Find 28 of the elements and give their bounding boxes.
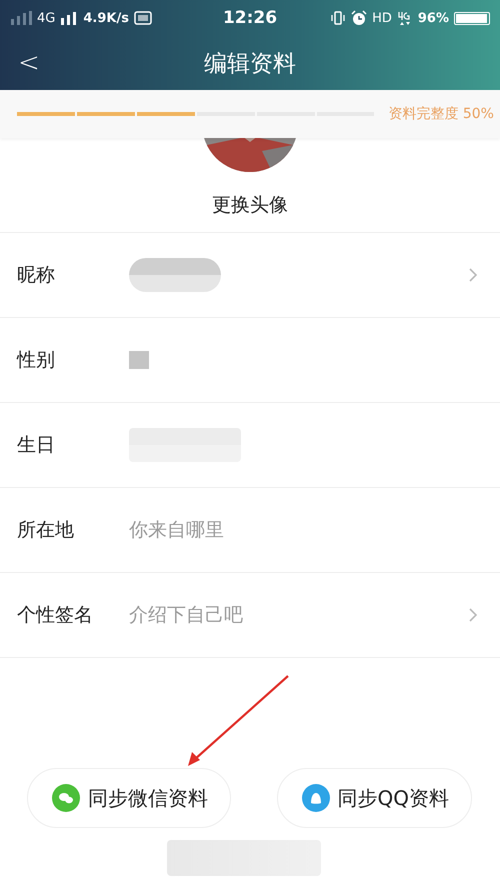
network-speed: 4.9K/s <box>83 10 129 26</box>
app-icon <box>134 11 152 25</box>
signal-icon <box>10 11 32 25</box>
field-label: 所在地 <box>17 518 75 543</box>
field-label: 个性签名 <box>17 603 94 628</box>
page-title: 编辑资料 <box>204 50 296 78</box>
change-avatar-link[interactable]: 更换头像 <box>212 192 288 218</box>
data-signal-icon <box>396 10 413 26</box>
clock-time: 12:26 <box>222 8 278 28</box>
signal-icon <box>60 11 78 25</box>
redacted-value <box>129 351 149 369</box>
field-label: 生日 <box>17 433 56 458</box>
hd-label: HD <box>372 10 392 26</box>
chevron-icon[interactable] <box>468 267 478 283</box>
chat-bubbles-icon <box>52 784 80 812</box>
sync-button[interactable]: 同步微信资料 <box>27 768 231 828</box>
field-label: 昵称 <box>17 263 56 288</box>
alarm-icon <box>351 10 368 26</box>
back-button[interactable]: < <box>18 48 40 78</box>
vibrate-icon <box>330 11 346 25</box>
penguin-icon <box>302 784 330 812</box>
network-label: 4G <box>37 10 56 26</box>
sync-button[interactable]: 同步QQ资料 <box>276 768 472 828</box>
completeness-label: 资料完整度 50% <box>388 105 494 123</box>
chevron-icon[interactable] <box>468 607 478 623</box>
field-label: 性别 <box>17 348 56 373</box>
battery-percent: 96% <box>418 10 449 26</box>
battery-icon <box>454 12 490 24</box>
